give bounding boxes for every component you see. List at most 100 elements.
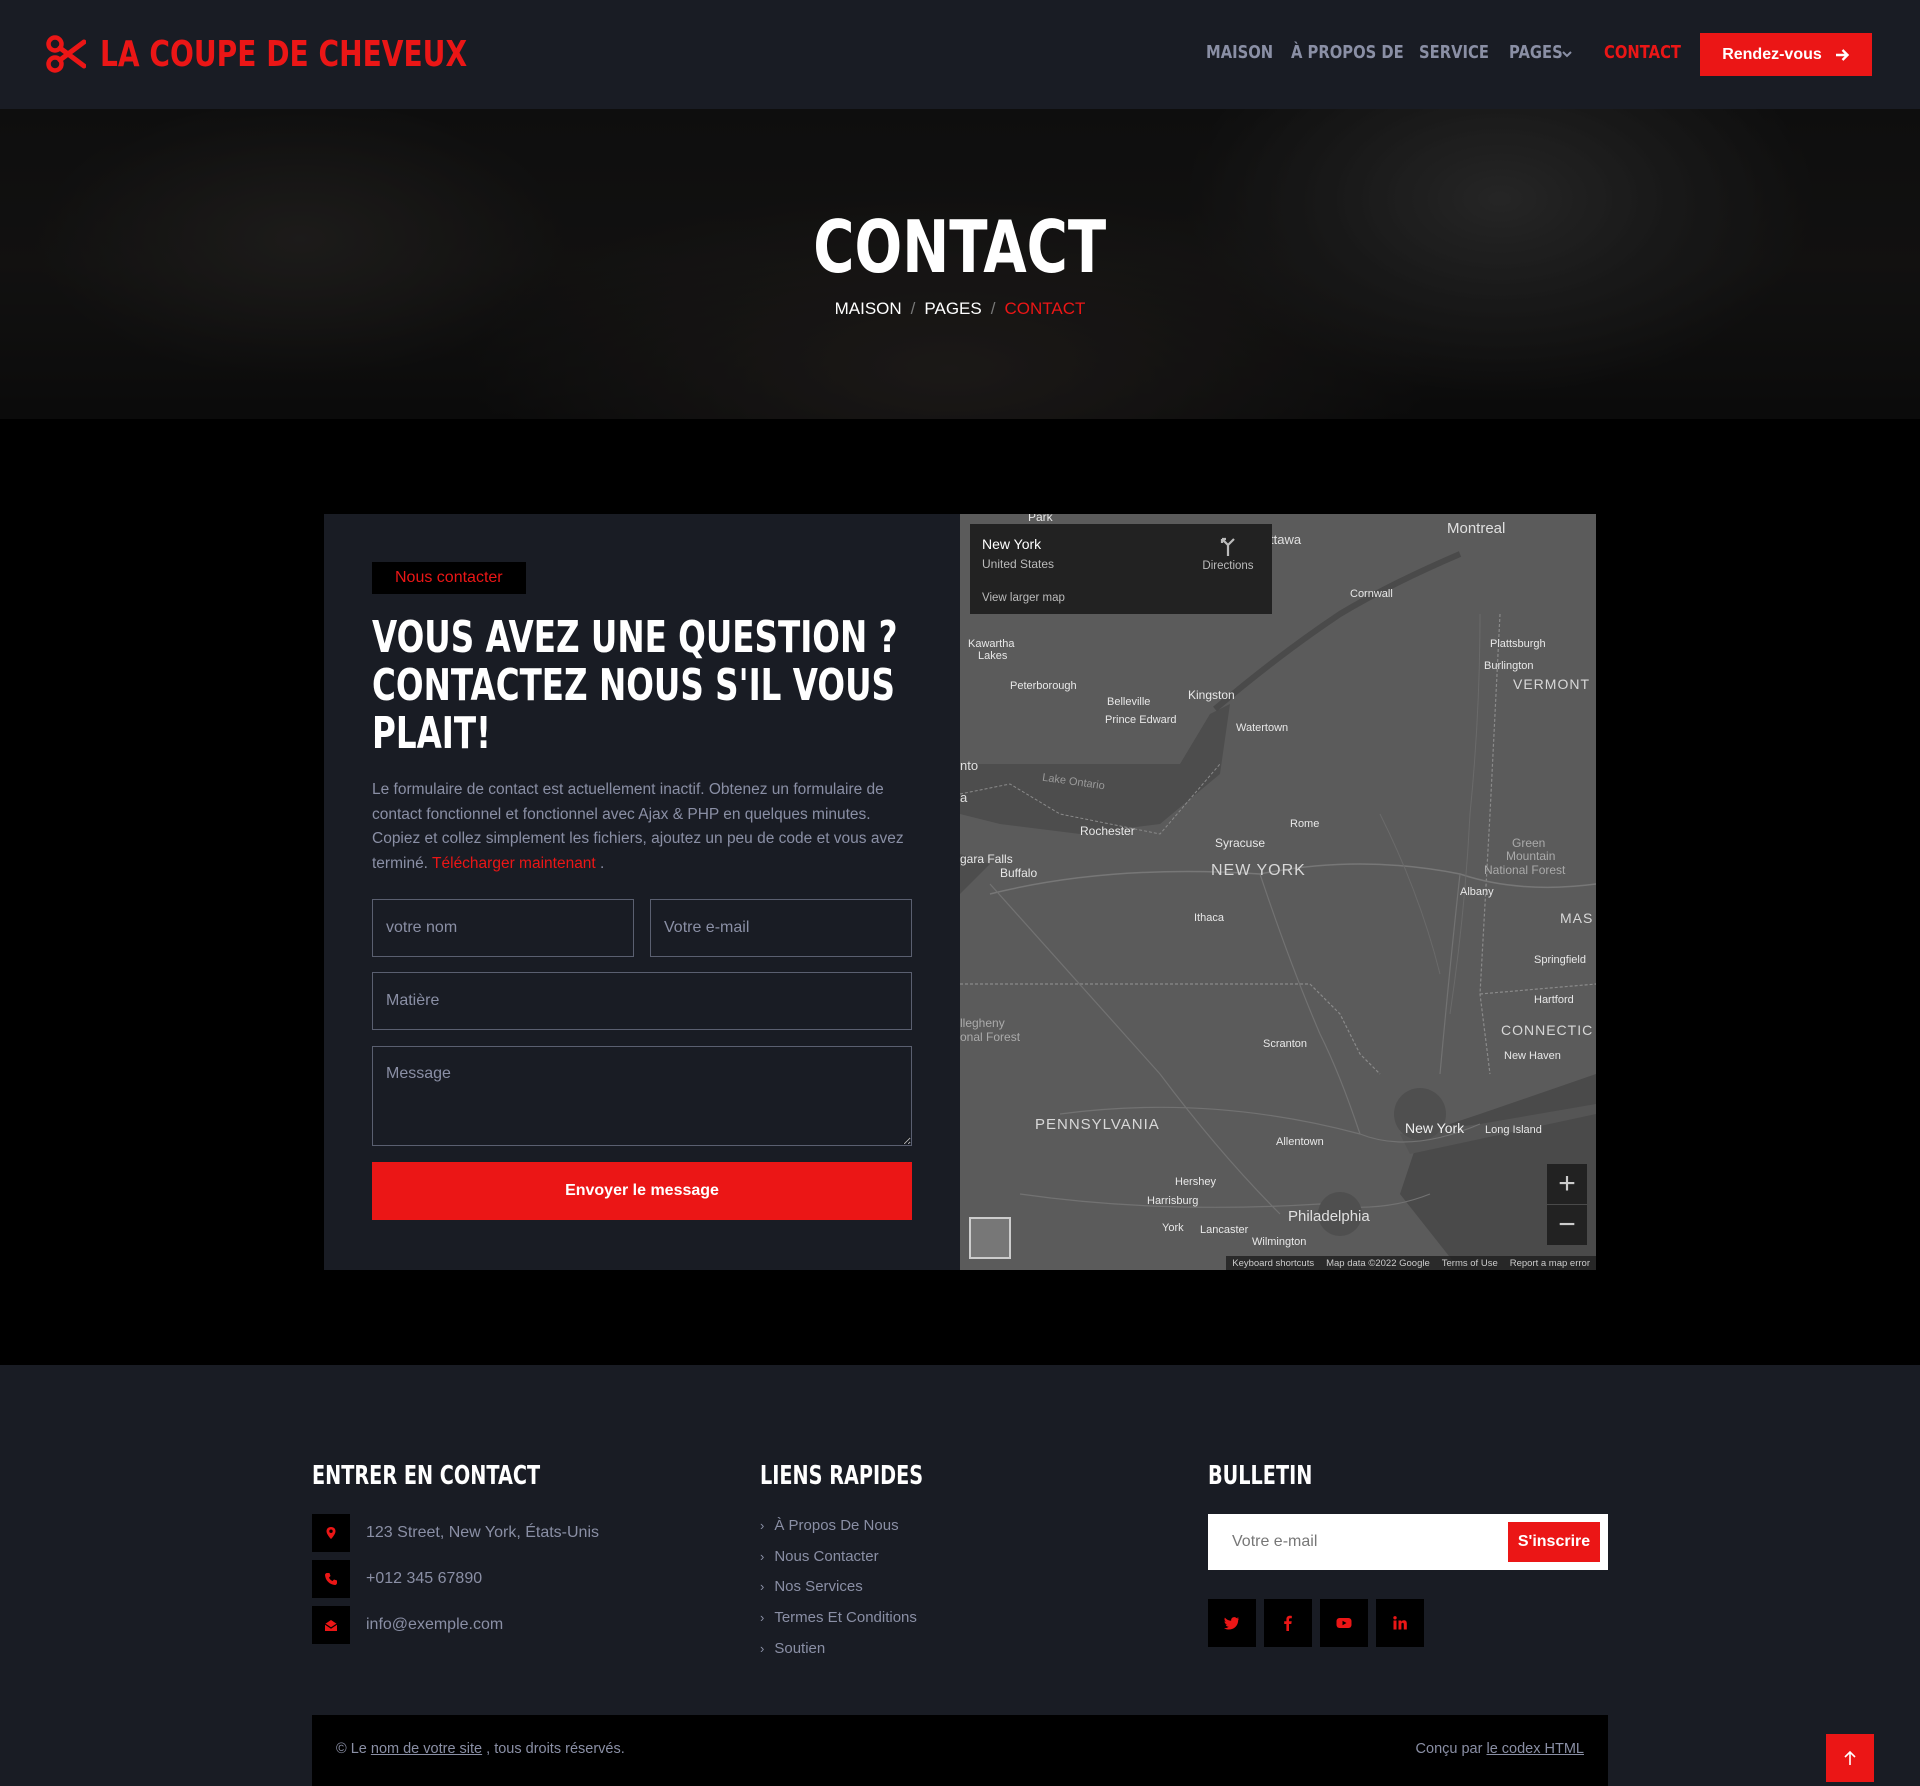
map-label: Peterborough: [1010, 680, 1077, 692]
map-label: Hartford: [1534, 994, 1574, 1006]
map-label: Rome: [1290, 818, 1320, 830]
subscribe-button[interactable]: S'inscrire: [1508, 1522, 1600, 1562]
breadcrumb: MAISON / PAGES / CONTACT: [834, 299, 1086, 318]
map-label: National Forest: [1484, 863, 1566, 877]
facebook-icon: [1284, 1615, 1292, 1631]
map-label: New York: [1405, 1120, 1465, 1136]
map-label: Montreal: [1447, 520, 1506, 537]
nav-item-pages-label: PAGES: [1509, 42, 1563, 63]
breadcrumb-pages[interactable]: PAGES: [924, 299, 981, 318]
map-label: Syracuse: [1215, 836, 1266, 850]
facebook-button[interactable]: [1264, 1599, 1312, 1647]
breadcrumb-current: CONTACT: [1004, 299, 1086, 318]
report-error-link[interactable]: Report a map error: [1510, 1258, 1590, 1269]
directions-button[interactable]: Directions: [1198, 536, 1258, 572]
nav-item-pages[interactable]: PAGES: [1509, 42, 1575, 63]
designed-by-text: Conçu par le codex HTML: [1415, 1741, 1584, 1757]
map-label: Cornwall: [1350, 588, 1393, 600]
terms-link[interactable]: Terms of Use: [1442, 1258, 1498, 1269]
map-label: Green: [1512, 836, 1546, 850]
map-layer-toggle[interactable]: [969, 1217, 1011, 1259]
map-attribution: Keyboard shortcuts Map data ©2022 Google…: [1226, 1256, 1596, 1270]
zoom-in-button[interactable]: +: [1547, 1164, 1587, 1204]
chevron-right-icon: ›: [760, 1579, 765, 1594]
map-data-credit: Map data ©2022 Google: [1326, 1257, 1430, 1269]
designer-link[interactable]: le codex HTML: [1486, 1741, 1584, 1757]
map-terrain: [960, 514, 1596, 1270]
site-name-link[interactable]: nom de votre site: [371, 1741, 482, 1757]
twitter-button[interactable]: [1208, 1599, 1256, 1647]
page-title: CONTACT: [813, 205, 1107, 289]
map-label: Rochester: [1080, 824, 1135, 838]
keyboard-shortcuts-link[interactable]: Keyboard shortcuts: [1232, 1258, 1314, 1269]
appointment-button-label: Rendez-vous: [1722, 45, 1822, 63]
arrow-up-icon: [1844, 1750, 1856, 1765]
footer-newsletter-title: BULLETIN: [1208, 1461, 1313, 1491]
map-label: Burlington: [1484, 660, 1534, 672]
back-to-top-button[interactable]: [1826, 1734, 1874, 1782]
chevron-down-icon: [1562, 51, 1572, 58]
map-label: Harrisburg: [1147, 1195, 1199, 1207]
nav-item-service[interactable]: SERVICE: [1419, 42, 1489, 63]
quick-link[interactable]: › Soutien: [760, 1640, 825, 1657]
chevron-right-icon: ›: [760, 1549, 765, 1564]
footer-address: 123 Street, New York, États-Unis: [312, 1514, 599, 1552]
map-label: Buffalo: [1000, 866, 1038, 880]
brand-name: LA COUPE DE CHEVEUX: [100, 33, 468, 75]
navbar: LA COUPE DE CHEVEUX MAISON À PROPOS DE S…: [0, 0, 1920, 109]
map-label: York: [1162, 1222, 1184, 1234]
newsletter-form: S'inscrire: [1208, 1514, 1608, 1570]
map-label: Ithaca: [1194, 912, 1224, 924]
map-label: Plattsburgh: [1490, 638, 1546, 650]
map-label: Lakes: [978, 650, 1008, 662]
map-label: Springfield: [1534, 954, 1586, 966]
name-input[interactable]: [372, 899, 634, 957]
map-marker-icon: [312, 1514, 350, 1552]
twitter-icon: [1224, 1617, 1239, 1630]
map-card-title: New York: [982, 536, 1042, 552]
map-label: VERMONT: [1513, 676, 1590, 692]
send-message-button[interactable]: Envoyer le message: [372, 1162, 912, 1220]
quick-link[interactable]: › Nous Contacter: [760, 1548, 879, 1565]
map-label: Prince Edward: [1105, 714, 1177, 726]
map-label: Lancaster: [1200, 1224, 1249, 1236]
quick-link[interactable]: › À Propos De Nous: [760, 1517, 899, 1534]
contact-heading: VOUS AVEZ UNE QUESTION ? CONTACTEZ NOUS …: [372, 612, 898, 759]
download-link[interactable]: Télécharger maintenant: [432, 855, 596, 872]
map-card-subtitle: United States: [982, 557, 1055, 571]
newsletter-email-input[interactable]: [1208, 1514, 1498, 1570]
copyright-bar: © Le nom de votre site , tous droits rés…: [312, 1715, 1608, 1786]
email-input[interactable]: [650, 899, 912, 957]
footer-links-title: LIENS RAPIDES: [760, 1461, 924, 1491]
linkedin-icon: [1393, 1616, 1407, 1630]
chevron-right-icon: ›: [760, 1641, 765, 1656]
map-label: Philadelphia: [1288, 1208, 1370, 1225]
directions-icon: [1220, 537, 1235, 556]
map-label: Mountain: [1506, 849, 1556, 863]
footer-email: info@exemple.com: [312, 1606, 503, 1644]
breadcrumb-maison[interactable]: MAISON: [835, 299, 902, 318]
zoom-out-button[interactable]: −: [1547, 1205, 1587, 1245]
youtube-button[interactable]: [1320, 1599, 1368, 1647]
contact-form-panel: Nous contacter VOUS AVEZ UNE QUESTION ? …: [324, 514, 960, 1270]
subject-input[interactable]: [372, 972, 912, 1030]
view-larger-map-link[interactable]: View larger map: [982, 592, 1065, 604]
brand-logo[interactable]: LA COUPE DE CHEVEUX: [46, 32, 571, 76]
nav-item-contact[interactable]: CONTACT: [1604, 42, 1681, 63]
google-map[interactable]: Park ttawa Montreal Cornwall Plattsburgh…: [960, 514, 1596, 1270]
linkedin-button[interactable]: [1376, 1599, 1424, 1647]
map-label: Albany: [1460, 886, 1494, 898]
map-label: Park: [1028, 514, 1053, 524]
nav-item-a-propos[interactable]: À PROPOS DE: [1291, 42, 1404, 63]
message-textarea[interactable]: [372, 1046, 912, 1146]
nav-item-maison[interactable]: MAISON: [1206, 42, 1273, 63]
map-label: New Haven: [1504, 1050, 1561, 1062]
contact-description: Le formulaire de contact est actuellemen…: [372, 781, 904, 872]
appointment-button[interactable]: Rendez-vous: [1700, 33, 1872, 76]
scissors-icon: [46, 35, 86, 73]
quick-link[interactable]: › Termes Et Conditions: [760, 1609, 917, 1626]
hero-banner: CONTACT MAISON / PAGES / CONTACT: [0, 109, 1920, 419]
map-label: Kawartha: [968, 638, 1015, 650]
quick-link[interactable]: › Nos Services: [760, 1578, 863, 1595]
map-label: Allentown: [1276, 1136, 1324, 1148]
